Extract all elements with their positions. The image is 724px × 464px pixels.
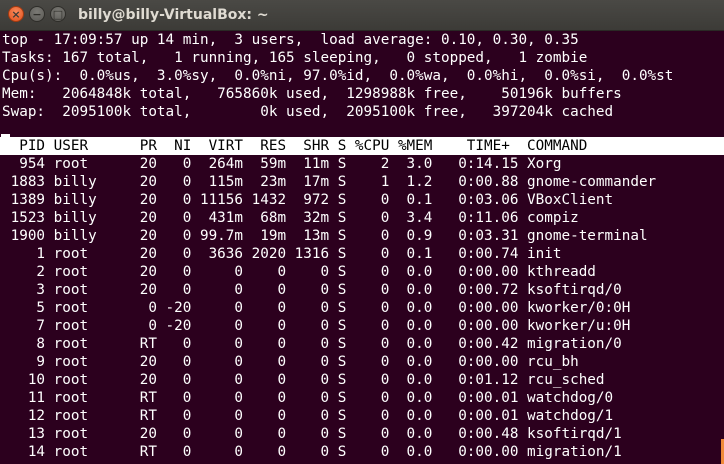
- minimize-icon: −: [32, 7, 42, 21]
- close-button[interactable]: ×: [8, 6, 24, 22]
- process-row: 954 root 20 0 264m 59m 11m S 2 3.0 0:14.…: [2, 156, 562, 172]
- terminal-window: × − □ billy@billy-VirtualBox: ~ top - 17…: [0, 0, 724, 464]
- process-row: 10 root 20 0 0 0 0 S 0 0.0 0:01.12 rcu_s…: [2, 372, 605, 388]
- minimize-button[interactable]: −: [29, 6, 45, 22]
- process-row: 2 root 20 0 0 0 0 S 0 0.0 0:00.00 kthrea…: [2, 264, 596, 280]
- title-bar[interactable]: × − □ billy@billy-VirtualBox: ~: [0, 0, 724, 31]
- process-row: 1 root 20 0 3636 2020 1316 S 0 0.1 0:00.…: [2, 246, 562, 262]
- close-icon: ×: [11, 7, 21, 21]
- process-row: 13 root 20 0 0 0 0 S 0 0.0 0:00.48 ksoft…: [2, 426, 622, 442]
- mem-line: Mem: 2064848k total, 765860k used, 12989…: [2, 86, 622, 102]
- cpu-line: Cpu(s): 0.0%us, 3.0%sy, 0.0%ni, 97.0%id,…: [2, 68, 674, 84]
- process-row: 11 root RT 0 0 0 0 S 0 0.0 0:00.01 watch…: [2, 390, 614, 406]
- process-row: 8 root RT 0 0 0 0 S 0 0.0 0:00.42 migrat…: [2, 336, 622, 352]
- process-row: 1883 billy 20 0 115m 23m 17m S 1 1.2 0:0…: [2, 174, 657, 190]
- process-row: 7 root 0 -20 0 0 0 S 0 0.0 0:00.00 kwork…: [2, 318, 631, 334]
- process-row: 5 root 0 -20 0 0 0 S 0 0.0 0:00.00 kwork…: [2, 300, 631, 316]
- maximize-icon: □: [52, 7, 64, 21]
- process-row: 14 root RT 0 0 0 0 S 0 0.0 0:00.00 migra…: [2, 444, 622, 460]
- uptime-line: top - 17:09:57 up 14 min, 3 users, load …: [2, 32, 579, 48]
- window-title: billy@billy-VirtualBox: ~: [78, 7, 269, 23]
- terminal-area[interactable]: top - 17:09:57 up 14 min, 3 users, load …: [0, 31, 724, 464]
- maximize-button[interactable]: □: [50, 6, 66, 22]
- process-row: 1523 billy 20 0 431m 68m 32m S 0 3.4 0:1…: [2, 210, 579, 226]
- column-header: PID USER PR NI VIRT RES SHR S %CPU %MEM …: [2, 138, 588, 154]
- process-row: 1389 billy 20 0 11156 1432 972 S 0 0.1 0…: [2, 192, 614, 208]
- swap-line: Swap: 2095100k total, 0k used, 2095100k …: [2, 104, 614, 120]
- process-row: 9 root 20 0 0 0 0 S 0 0.0 0:00.00 rcu_bh: [2, 354, 579, 370]
- process-row: 3 root 20 0 0 0 0 S 0 0.0 0:00.72 ksofti…: [2, 282, 622, 298]
- process-row: 1900 billy 20 0 99.7m 19m 13m S 0 0.9 0:…: [2, 228, 648, 244]
- tasks-line: Tasks: 167 total, 1 running, 165 sleepin…: [2, 50, 588, 66]
- process-row: 12 root RT 0 0 0 0 S 0 0.0 0:00.01 watch…: [2, 408, 614, 424]
